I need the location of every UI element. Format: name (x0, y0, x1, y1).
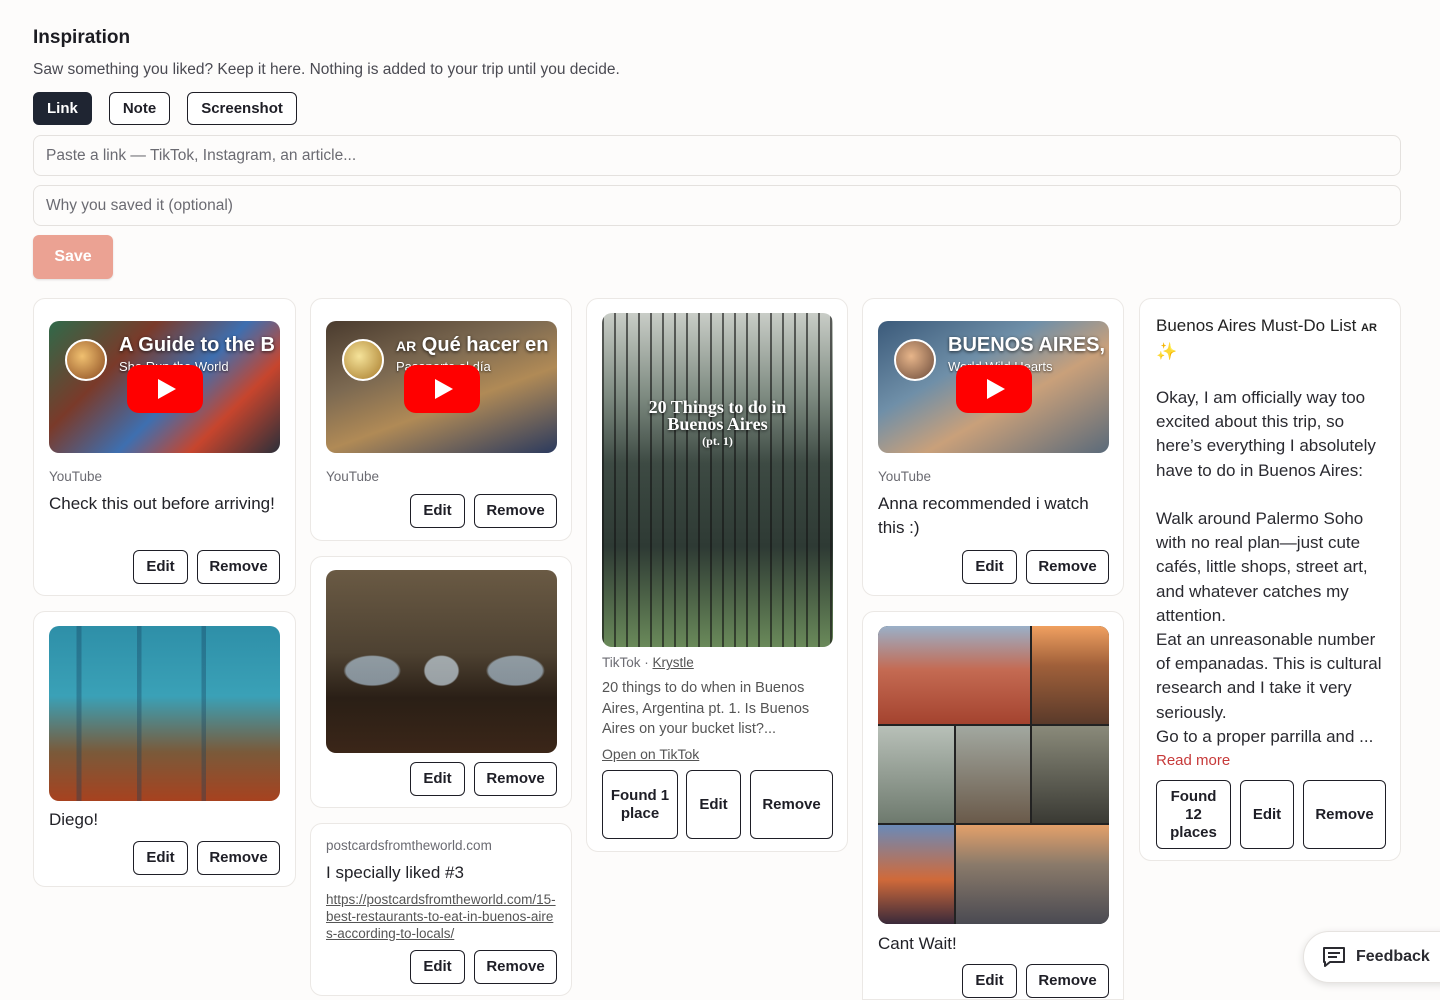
card-source: YouTube (878, 469, 932, 484)
save-button[interactable]: Save (33, 235, 113, 279)
collage-tile (878, 726, 954, 823)
collage-tile (878, 626, 1030, 724)
edit-button[interactable]: Edit (686, 770, 741, 839)
card-source: TikTok · Krystle (602, 655, 694, 670)
edit-button[interactable]: Edit (962, 964, 1017, 998)
collage-tile (878, 825, 954, 924)
video-title: BUENOS AIRES, (948, 334, 1106, 356)
channel-avatar (894, 339, 936, 381)
note-title-text: Buenos Aires Must-Do List (1156, 316, 1357, 335)
collage-tile (1032, 726, 1109, 823)
collage-tile (956, 726, 1030, 823)
edit-button[interactable]: Edit (410, 950, 465, 984)
edit-button[interactable]: Edit (410, 762, 465, 796)
found-places-button[interactable]: Found 12 places (1156, 780, 1231, 849)
remove-button[interactable]: Remove (1026, 964, 1109, 998)
card-note: Check this out before arriving! (49, 494, 275, 513)
overlay-line-3: (pt. 1) (702, 434, 733, 448)
play-icon[interactable] (403, 365, 480, 413)
video-thumbnail[interactable]: 20 Things to do in Buenos Aires (pt. 1) (602, 313, 833, 647)
article-link[interactable]: https://postcardsfromtheworld.com/15-bes… (326, 891, 558, 942)
photo-image[interactable] (49, 626, 280, 801)
type-screenshot-button[interactable]: Screenshot (187, 92, 297, 125)
collage-tile (956, 825, 1109, 924)
video-thumbnail[interactable]: A Guide to the B She Run the World (49, 321, 280, 453)
edit-button[interactable]: Edit (410, 494, 465, 528)
open-tiktok-link[interactable]: Open on TikTok (602, 746, 699, 762)
card-diego: Diego! Edit Remove (33, 611, 296, 887)
card-tiktok: 20 Things to do in Buenos Aires (pt. 1) … (586, 298, 848, 852)
sparkle-icon: ✨ (1156, 342, 1178, 361)
type-note-button[interactable]: Note (108, 92, 171, 125)
remove-button[interactable]: Remove (197, 841, 280, 875)
video-thumbnail[interactable]: AR Qué hacer en Pasaporte al día (326, 321, 557, 453)
type-toggle: Link Note Screenshot (33, 92, 297, 125)
flag-label: AR (396, 338, 417, 354)
card-note: Anna recommended i watch this :) (878, 494, 1089, 537)
card-youtube-buenos-aires: BUENOS AIRES, World Wild Hearts YouTube … (862, 298, 1124, 596)
edit-button[interactable]: Edit (133, 550, 188, 584)
video-title: A Guide to the B (119, 334, 275, 356)
tiktok-overlay-text: 20 Things to do in Buenos Aires (pt. 1) (602, 398, 833, 450)
overlay-line-2: Buenos Aires (667, 414, 768, 434)
play-icon[interactable] (955, 365, 1032, 413)
remove-button[interactable]: Remove (474, 494, 557, 528)
edit-button[interactable]: Edit (962, 550, 1017, 584)
remove-button[interactable]: Remove (474, 762, 557, 796)
note-body: Okay, I am officially way too excited ab… (1156, 388, 1382, 746)
chat-icon (1323, 947, 1345, 967)
play-icon[interactable] (126, 365, 203, 413)
card-source: postcardsfromtheworld.com (326, 838, 492, 853)
card-photo-room: Edit Remove (310, 556, 572, 808)
card-note-must-do: Buenos Aires Must-Do List AR ✨ Okay, I a… (1139, 298, 1401, 861)
card-collage: Cant Wait! Edit Remove (862, 611, 1124, 1000)
card-source: YouTube (326, 469, 380, 484)
remove-button[interactable]: Remove (197, 550, 280, 584)
video-title-text: Qué hacer en (421, 334, 549, 356)
channel-avatar (342, 339, 384, 381)
feedback-button[interactable]: Feedback (1303, 931, 1440, 983)
card-link-postcards: postcardsfromtheworld.com I specially li… (310, 823, 572, 996)
card-youtube-guide: A Guide to the B She Run the World YouTu… (33, 298, 296, 596)
video-thumbnail[interactable]: BUENOS AIRES, World Wild Hearts (878, 321, 1109, 453)
read-more-link[interactable]: Read more (1156, 752, 1230, 769)
link-input[interactable] (33, 135, 1401, 176)
remove-button[interactable]: Remove (1303, 780, 1386, 849)
edit-button[interactable]: Edit (1240, 780, 1294, 849)
source-prefix: TikTok · (602, 655, 653, 670)
card-note: Cant Wait! (878, 934, 957, 953)
feedback-label: Feedback (1356, 948, 1430, 965)
found-places-button[interactable]: Found 1 place (602, 770, 678, 839)
card-note: Diego! (49, 810, 99, 829)
section-title: Inspiration (33, 27, 131, 48)
card-note: I specially liked #3 (326, 863, 464, 882)
section-subtitle: Saw something you liked? Keep it here. N… (33, 61, 620, 78)
remove-button[interactable]: Remove (474, 950, 557, 984)
why-input[interactable] (33, 185, 1401, 226)
card-youtube-que-hacer: AR Qué hacer en Pasaporte al día YouTube… (310, 298, 572, 541)
photo-image[interactable] (326, 570, 557, 753)
photo-collage[interactable] (878, 626, 1109, 924)
type-link-button[interactable]: Link (33, 92, 92, 125)
remove-button[interactable]: Remove (1026, 550, 1109, 584)
collage-tile (1032, 626, 1109, 724)
author-link[interactable]: Krystle (653, 655, 694, 670)
edit-button[interactable]: Edit (133, 841, 188, 875)
note-title: Buenos Aires Must-Do List AR ✨ (1156, 314, 1377, 364)
flag-label: AR (1361, 322, 1377, 334)
card-source: YouTube (49, 469, 103, 484)
video-title: AR Qué hacer en (396, 334, 549, 357)
channel-avatar (65, 339, 107, 381)
card-description: 20 things to do when in Buenos Aires, Ar… (602, 680, 810, 737)
remove-button[interactable]: Remove (750, 770, 833, 839)
